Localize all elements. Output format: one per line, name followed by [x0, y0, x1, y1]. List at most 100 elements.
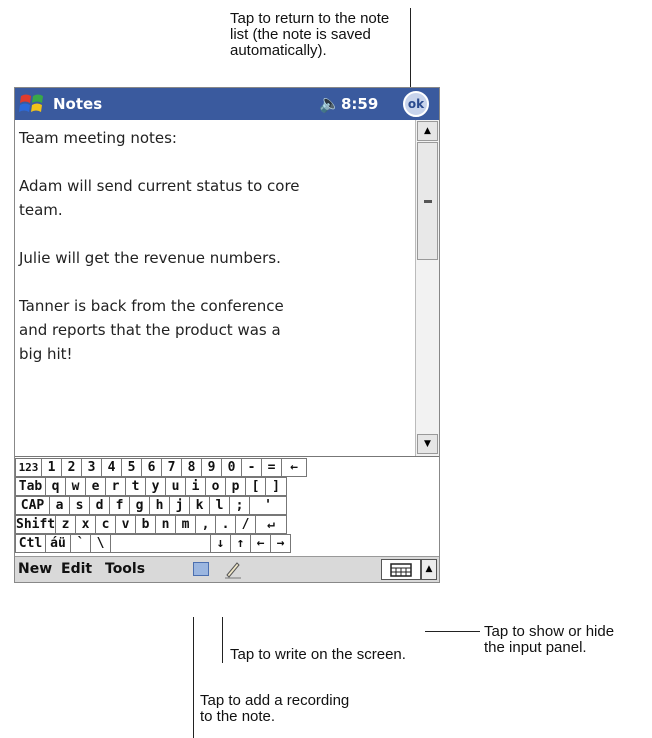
- note-text-area[interactable]: Team meeting notes: Adam will send curre…: [15, 120, 415, 456]
- key-shift[interactable]: Shift: [15, 515, 56, 534]
- key[interactable]: y: [145, 477, 166, 496]
- callout-line: Tap to write on the screen.: [230, 646, 406, 663]
- key[interactable]: j: [169, 496, 190, 515]
- key[interactable]: 5: [121, 458, 142, 477]
- key[interactable]: f: [109, 496, 130, 515]
- key[interactable]: w: [65, 477, 86, 496]
- key[interactable]: q: [45, 477, 66, 496]
- key[interactable]: 0: [221, 458, 242, 477]
- menu-new[interactable]: New: [18, 561, 52, 577]
- key[interactable]: 8: [181, 458, 202, 477]
- key[interactable]: =: [261, 458, 282, 477]
- key[interactable]: r: [105, 477, 126, 496]
- key[interactable]: 7: [161, 458, 182, 477]
- command-bar: New Edit Tools ▲: [15, 556, 439, 582]
- note-line: Adam will send current status to core: [19, 177, 300, 195]
- key[interactable]: 6: [141, 458, 162, 477]
- key[interactable]: 1: [41, 458, 62, 477]
- key[interactable]: 2: [61, 458, 82, 477]
- key[interactable]: 3: [81, 458, 102, 477]
- note-line: Julie will get the revenue numbers.: [19, 249, 281, 267]
- callout-line: Tap to return to the note: [230, 10, 390, 27]
- title-bar: Notes 🔈 8:59 ok: [15, 88, 439, 120]
- key[interactable]: ]: [265, 477, 287, 496]
- key[interactable]: c: [95, 515, 116, 534]
- key-left[interactable]: ←: [250, 534, 271, 553]
- vertical-scrollbar[interactable]: ▲ ▼: [415, 120, 439, 456]
- note-line: Tanner is back from the conference: [19, 297, 284, 315]
- key[interactable]: i: [185, 477, 206, 496]
- menu-edit[interactable]: Edit: [61, 561, 92, 577]
- key-ctl[interactable]: Ctl: [15, 534, 46, 553]
- clock[interactable]: 8:59: [341, 95, 378, 113]
- key-caps[interactable]: CAP: [15, 496, 50, 515]
- key[interactable]: s: [69, 496, 90, 515]
- keyboard-row-3: CAP a s d f g h j k l ; ': [15, 496, 439, 516]
- key[interactable]: /: [235, 515, 256, 534]
- note-line: big hit!: [19, 345, 73, 363]
- backspace-key[interactable]: ←: [281, 458, 307, 477]
- key[interactable]: h: [149, 496, 170, 515]
- input-panel-arrow-icon[interactable]: ▲: [421, 559, 437, 580]
- key[interactable]: o: [205, 477, 226, 496]
- ok-button[interactable]: ok: [403, 91, 429, 117]
- input-panel-button[interactable]: [381, 559, 421, 580]
- key-right[interactable]: →: [270, 534, 291, 553]
- key[interactable]: e: [85, 477, 106, 496]
- key[interactable]: x: [75, 515, 96, 534]
- app-title: Notes: [53, 95, 103, 113]
- key[interactable]: k: [189, 496, 210, 515]
- scroll-thumb[interactable]: [417, 142, 438, 260]
- key[interactable]: ,: [195, 515, 216, 534]
- menu-tools[interactable]: Tools: [105, 561, 145, 577]
- key[interactable]: u: [165, 477, 186, 496]
- callout-leader-recording: [193, 617, 194, 738]
- keyboard-row-5: Ctl áü ` \ ↓ ↑ ← →: [15, 534, 439, 554]
- callout-input-panel: Tap to show or hide the input panel.: [484, 624, 614, 656]
- key[interactable]: .: [215, 515, 236, 534]
- note-line: Team meeting notes:: [19, 129, 177, 147]
- key[interactable]: t: [125, 477, 146, 496]
- key-tab[interactable]: Tab: [15, 477, 46, 496]
- key[interactable]: z: [55, 515, 76, 534]
- pen-icon[interactable]: [223, 559, 243, 579]
- key[interactable]: v: [115, 515, 136, 534]
- key[interactable]: b: [135, 515, 156, 534]
- keyboard-row-4: Shift z x c v b n m , . / ↵: [15, 515, 439, 535]
- keyboard-row-1: 123 1 2 3 4 5 6 7 8 9 0 - = ←: [15, 458, 439, 478]
- key[interactable]: \: [90, 534, 111, 553]
- key[interactable]: l: [209, 496, 230, 515]
- key[interactable]: m: [175, 515, 196, 534]
- key[interactable]: ;: [229, 496, 250, 515]
- key[interactable]: n: [155, 515, 176, 534]
- callout-recording: Tap to add a recording to the note.: [200, 693, 349, 725]
- key[interactable]: g: [129, 496, 150, 515]
- speaker-icon[interactable]: 🔈: [319, 94, 340, 114]
- key[interactable]: 9: [201, 458, 222, 477]
- windows-start-icon[interactable]: [18, 91, 46, 117]
- keyboard-icon: [390, 563, 412, 577]
- key-up[interactable]: ↑: [230, 534, 251, 553]
- scroll-up-button[interactable]: ▲: [417, 121, 438, 141]
- enter-key[interactable]: ↵: [255, 515, 287, 534]
- callout-leader-write: [222, 617, 223, 663]
- key[interactable]: 4: [101, 458, 122, 477]
- callout-ok: Tap to return to the note list (the note…: [230, 11, 389, 59]
- key[interactable]: p: [225, 477, 246, 496]
- scroll-down-button[interactable]: ▼: [417, 434, 438, 454]
- key-accents[interactable]: áü: [45, 534, 71, 553]
- callout-line: list (the note is saved: [230, 26, 371, 43]
- key[interactable]: [: [245, 477, 266, 496]
- key[interactable]: `: [70, 534, 91, 553]
- key[interactable]: -: [241, 458, 262, 477]
- callout-write: Tap to write on the screen.: [230, 647, 406, 663]
- space-key[interactable]: [110, 534, 211, 553]
- key-123[interactable]: 123: [15, 458, 42, 477]
- note-line: team.: [19, 201, 63, 219]
- key[interactable]: a: [49, 496, 70, 515]
- device-screen: Notes 🔈 8:59 ok Team meeting notes: Adam…: [14, 87, 440, 583]
- key[interactable]: ': [249, 496, 287, 515]
- recording-icon[interactable]: [193, 562, 209, 576]
- key-down[interactable]: ↓: [210, 534, 231, 553]
- key[interactable]: d: [89, 496, 110, 515]
